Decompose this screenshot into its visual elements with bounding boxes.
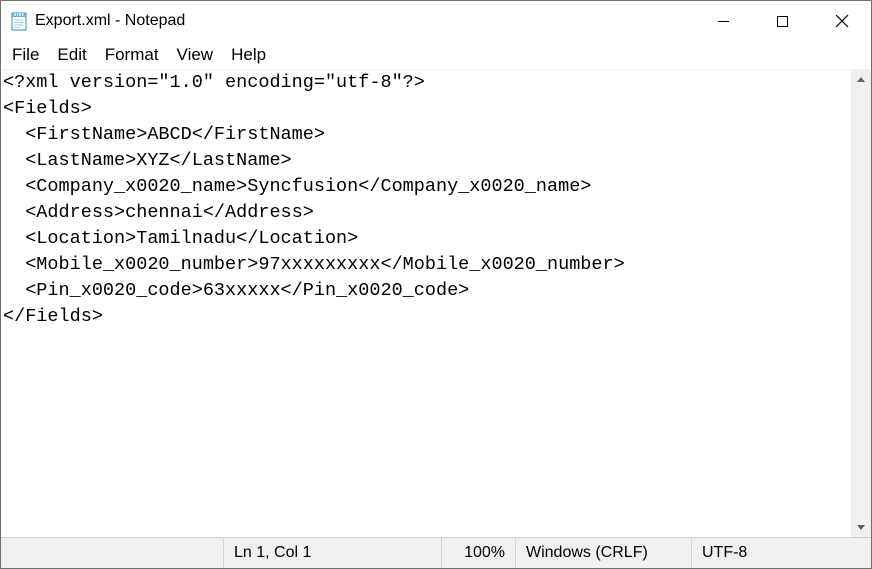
status-line-ending: Windows (CRLF) [515,538,691,568]
close-button[interactable] [812,1,871,41]
editor-area: <?xml version="1.0" encoding="utf-8"?> <… [1,69,871,537]
status-bar: Ln 1, Col 1 100% Windows (CRLF) UTF-8 [1,537,871,568]
menu-file[interactable]: File [3,43,48,67]
menu-edit[interactable]: Edit [48,43,95,67]
status-blank [1,538,223,568]
menu-bar: File Edit Format View Help [1,41,871,69]
scroll-down-icon[interactable] [851,517,871,537]
window-controls [694,1,871,41]
menu-help[interactable]: Help [222,43,275,67]
window-title: Export.xml - Notepad [35,12,694,30]
menu-view[interactable]: View [168,43,223,67]
text-editor[interactable]: <?xml version="1.0" encoding="utf-8"?> <… [1,70,871,537]
status-position: Ln 1, Col 1 [223,538,441,568]
minimize-button[interactable] [694,1,753,41]
status-encoding: UTF-8 [691,538,871,568]
maximize-button[interactable] [753,1,812,41]
menu-format[interactable]: Format [96,43,168,67]
title-bar: Export.xml - Notepad [1,1,871,41]
status-zoom: 100% [441,538,515,568]
vertical-scrollbar[interactable] [851,70,871,537]
notepad-icon [9,11,29,31]
scroll-up-icon[interactable] [851,70,871,90]
